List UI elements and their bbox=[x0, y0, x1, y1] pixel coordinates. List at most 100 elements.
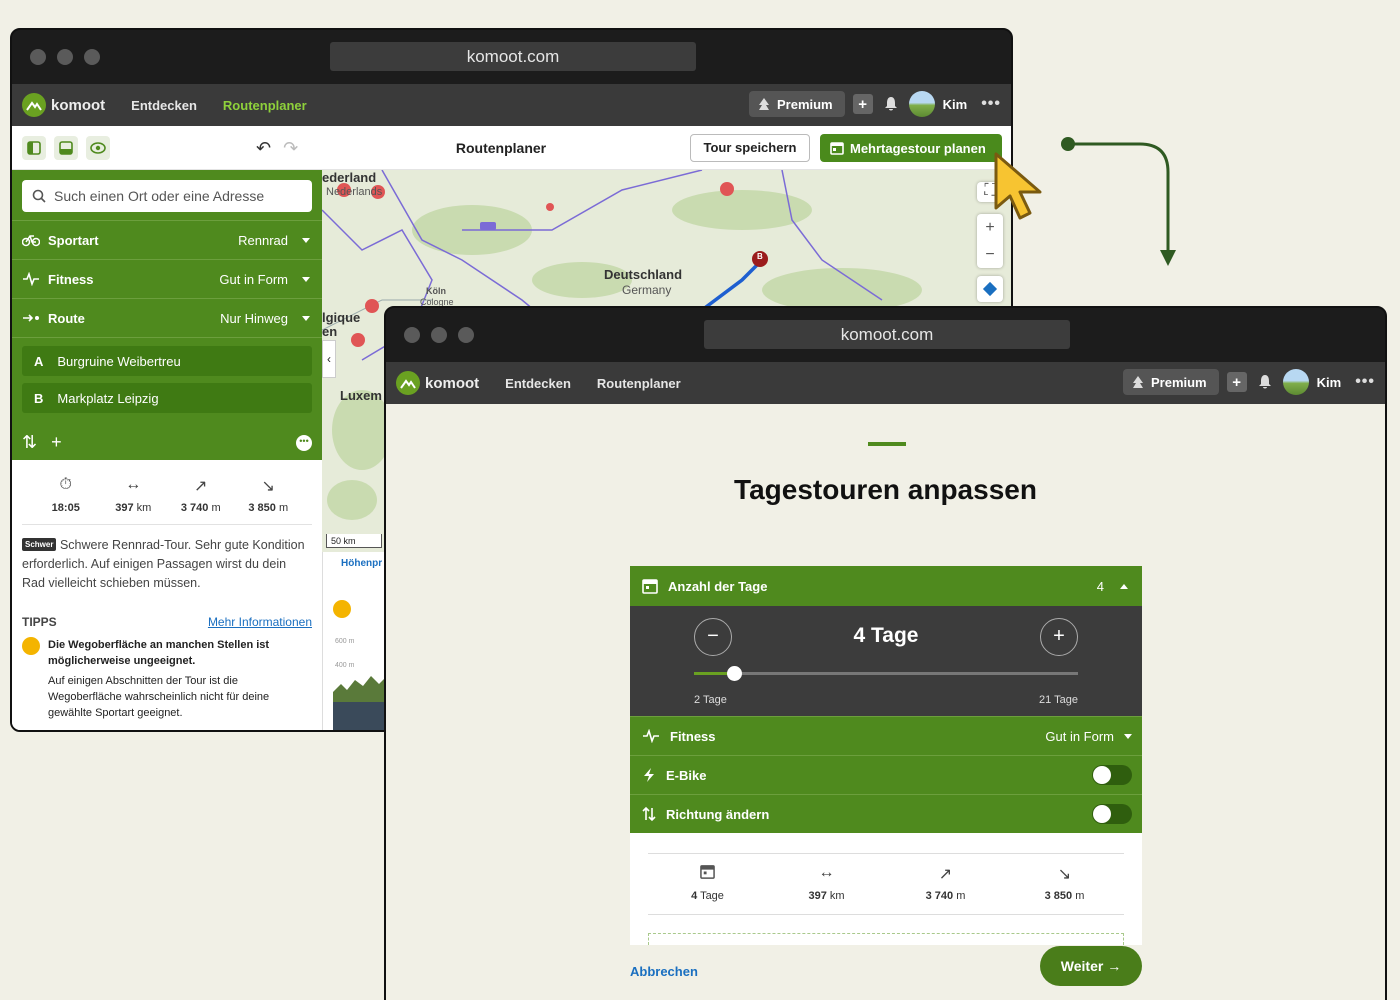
save-tour-button[interactable]: Tour speichern bbox=[690, 134, 810, 162]
days-slider[interactable] bbox=[694, 666, 1078, 681]
more-icon[interactable]: ••• bbox=[1355, 373, 1375, 391]
komoot-mountain-icon bbox=[22, 93, 46, 117]
page-title: Tagestouren anpassen bbox=[734, 474, 1037, 505]
komoot-logo[interactable]: komoot bbox=[22, 93, 105, 117]
ebike-toggle[interactable] bbox=[1092, 765, 1132, 785]
distance-unit: km bbox=[829, 890, 845, 902]
nav-routenplaner[interactable]: Routenplaner bbox=[597, 376, 681, 391]
url-bar[interactable]: komoot.com bbox=[704, 320, 1070, 349]
premium-tree-icon bbox=[758, 98, 769, 110]
days-min-label: 2 Tage bbox=[694, 694, 727, 706]
reverse-direction-toggle[interactable] bbox=[1092, 804, 1132, 824]
uphill-value: 3 740 bbox=[180, 502, 209, 514]
bell-icon[interactable] bbox=[1255, 372, 1275, 392]
nav-entdecken[interactable]: Entdecken bbox=[505, 376, 571, 391]
calendar-icon bbox=[648, 864, 767, 882]
user-name[interactable]: Kim bbox=[943, 97, 968, 112]
calendar-icon bbox=[642, 579, 658, 594]
marker-b-label: B bbox=[757, 252, 763, 261]
downhill-icon: ↘ bbox=[1057, 866, 1072, 883]
uphill-icon: ↗ bbox=[938, 866, 953, 883]
user-name[interactable]: Kim bbox=[1317, 375, 1342, 390]
chevron-down-icon bbox=[302, 237, 310, 243]
sport-type-select[interactable]: Sportart Rennrad bbox=[12, 220, 322, 259]
chevron-down-icon bbox=[1124, 733, 1132, 739]
reverse-direction-row: Richtung ändern bbox=[630, 794, 1142, 833]
cancel-button[interactable]: Abbrechen bbox=[630, 964, 698, 979]
map-layer-icon[interactable] bbox=[977, 276, 1003, 302]
calendar-icon bbox=[830, 142, 844, 155]
waypoint-a[interactable]: A Burgruine Weibertreu bbox=[22, 346, 312, 376]
stat-duration: ⏱ 18:05 bbox=[32, 476, 100, 514]
pulse-icon bbox=[643, 729, 659, 743]
more-icon[interactable]: ••• bbox=[981, 95, 1001, 113]
downhill-unit: m bbox=[278, 502, 289, 514]
waypoint-b[interactable]: B Markplatz Leipzig bbox=[22, 383, 312, 413]
collapse-sidebar-button[interactable]: ‹ bbox=[322, 340, 336, 378]
premium-label: Premium bbox=[776, 96, 833, 112]
nav-routenplaner[interactable]: Routenplaner bbox=[223, 98, 307, 113]
sport-type-value: Rennrad bbox=[238, 232, 288, 248]
zoom-out-icon[interactable]: − bbox=[985, 246, 994, 264]
fitness-select[interactable]: Fitness Gut in Form bbox=[12, 259, 322, 298]
fitness-label: Fitness bbox=[48, 271, 94, 287]
stat-uphill: ↗ 3 740 m bbox=[886, 864, 1005, 914]
avatar[interactable] bbox=[908, 91, 935, 117]
browser-titlebar: komoot.com bbox=[386, 308, 1385, 362]
nav-entdecken[interactable]: Entdecken bbox=[131, 98, 197, 113]
downhill-value: 3 850 bbox=[1044, 890, 1073, 902]
more-options-icon[interactable]: ••• bbox=[296, 435, 312, 451]
tour-description: Schwer Schwere Rennrad-Tour. Sehr gute K… bbox=[12, 525, 322, 593]
premium-tree-icon bbox=[1132, 376, 1143, 388]
top-navbar: komoot Entdecken Routenplaner Premium + … bbox=[12, 84, 1011, 126]
planner-sidebar: Such einen Ort oder eine Adresse Sportar… bbox=[12, 170, 322, 730]
days-slider-thumb[interactable] bbox=[727, 666, 743, 681]
search-placeholder: Such einen Ort oder eine Adresse bbox=[54, 188, 265, 204]
add-waypoint-icon[interactable]: + bbox=[51, 432, 62, 453]
mouse-pointer-icon bbox=[994, 152, 1042, 220]
route-select[interactable]: Route Nur Hinweg bbox=[12, 298, 322, 337]
route-label: Route bbox=[48, 310, 85, 326]
plan-multiday-label: Mehrtagestour planen bbox=[850, 140, 986, 156]
premium-button[interactable]: Premium bbox=[1122, 369, 1219, 395]
plan-multiday-button[interactable]: Mehrtagestour planen bbox=[820, 134, 1002, 162]
window-controls[interactable] bbox=[30, 49, 100, 65]
reverse-direction-label: Richtung ändern bbox=[666, 806, 770, 822]
difficulty-badge: Schwer bbox=[22, 538, 57, 551]
stat-uphill: ↗ 3 740 m bbox=[167, 476, 235, 514]
surface-tip: Die Wegoberfläche an manchen Stellen ist… bbox=[12, 637, 322, 721]
swap-icon bbox=[642, 806, 656, 822]
next-button[interactable]: Weiter → bbox=[1040, 946, 1142, 986]
window-controls[interactable] bbox=[404, 327, 474, 343]
bell-icon[interactable] bbox=[881, 94, 901, 114]
distance-icon: ↔ bbox=[818, 864, 835, 881]
stat-downhill: ↘ 3 850 m bbox=[1005, 864, 1124, 914]
avatar[interactable] bbox=[1282, 369, 1309, 395]
add-icon[interactable]: + bbox=[852, 94, 873, 114]
add-icon[interactable]: + bbox=[1226, 372, 1247, 392]
days-count-header[interactable]: Anzahl der Tage 4 bbox=[630, 566, 1142, 606]
stat-days: 4 Tage bbox=[648, 864, 767, 914]
surface-warning-icon bbox=[22, 637, 40, 655]
url-bar[interactable]: komoot.com bbox=[330, 42, 696, 71]
tips-heading: TIPPS bbox=[22, 615, 57, 629]
chevron-up-icon bbox=[1120, 583, 1128, 589]
komoot-logo[interactable]: komoot bbox=[396, 371, 479, 395]
elevation-tick: 600 m bbox=[335, 638, 355, 645]
elevation-profile-tab[interactable]: Höhenpr bbox=[323, 552, 392, 569]
search-input[interactable]: Such einen Ort oder eine Adresse bbox=[22, 180, 312, 212]
downhill-icon: ↘ bbox=[261, 478, 275, 495]
reverse-route-icon[interactable]: ⇅ bbox=[22, 432, 37, 453]
elevation-profile[interactable]: Höhenpr 600 m 400 m bbox=[322, 552, 393, 730]
duration-value: 18:05 bbox=[51, 502, 80, 514]
fitness-value: Gut in Form bbox=[219, 271, 288, 287]
premium-button[interactable]: Premium bbox=[748, 91, 845, 117]
distance-unit: km bbox=[136, 502, 152, 514]
browser-titlebar: komoot.com bbox=[12, 30, 1011, 84]
tip-title: Die Wegoberfläche an manchen Stellen ist… bbox=[48, 639, 270, 667]
fitness-select[interactable]: Fitness Gut in Form bbox=[630, 716, 1142, 755]
map-label: lgique bbox=[322, 310, 361, 325]
increase-days-button[interactable]: + bbox=[1040, 618, 1078, 656]
uphill-icon: ↗ bbox=[194, 478, 208, 495]
more-info-link[interactable]: Mehr Informationen bbox=[208, 615, 312, 629]
